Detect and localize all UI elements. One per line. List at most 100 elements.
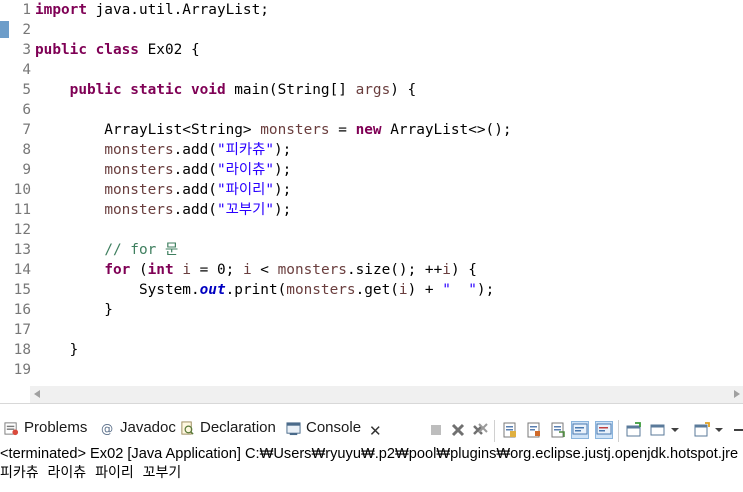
code-token: monsters (104, 202, 174, 218)
line-number: 5 (22, 82, 31, 98)
code-line[interactable]: 15 System.out.print(monsters.get(i) + " … (0, 280, 743, 300)
code-text[interactable]: monsters.add("파이리"); (35, 180, 291, 200)
word-wrap-icon[interactable] (526, 422, 542, 438)
scrollbar-thumb[interactable] (44, 391, 722, 398)
code-line[interactable]: 16 } (0, 300, 743, 320)
code-text[interactable]: public static void main(String[] args) { (35, 80, 417, 100)
terminate-icon[interactable] (428, 422, 444, 438)
code-token: .add( (173, 162, 217, 178)
code-line[interactable]: 5 public static void main(String[] args)… (0, 80, 743, 100)
code-token: int (147, 262, 174, 278)
code-token: "꼬부기" (216, 202, 274, 218)
code-line[interactable]: 4 (0, 60, 743, 80)
code-token: ) { (390, 82, 417, 98)
code-line[interactable]: 12 (0, 220, 743, 240)
line-number: 10 (13, 182, 31, 198)
code-token: main(String[] (225, 82, 356, 98)
show-on-output-icon[interactable] (550, 422, 566, 438)
toolbar-separator (618, 420, 619, 442)
code-token: ArrayList<>(); (381, 122, 512, 138)
console-icon (286, 422, 301, 436)
code-token: ); (274, 142, 292, 158)
code-token: } (35, 342, 79, 358)
scroll-lock-icon[interactable] (502, 422, 518, 438)
code-token: ); (274, 202, 292, 218)
code-token: i (398, 282, 408, 298)
code-text[interactable]: import java.util.ArrayList; (35, 0, 269, 20)
tab-console[interactable]: Console (286, 416, 364, 440)
code-token: .get( (355, 282, 399, 298)
code-token: < (251, 262, 278, 278)
code-text[interactable]: monsters.add("라이츄"); (35, 160, 291, 180)
code-line[interactable]: 1 import java.util.ArrayList; (0, 0, 743, 20)
chevron-down-icon[interactable] (714, 422, 724, 438)
line-number: 1 (22, 2, 31, 18)
code-line[interactable]: 3 public class Ex02 { (0, 40, 743, 60)
code-token: .print( (225, 282, 287, 298)
line-number: 13 (13, 242, 31, 258)
remove-launch-icon[interactable] (450, 422, 466, 438)
code-text[interactable]: } (35, 300, 113, 320)
pin-console-icon[interactable] (595, 421, 613, 439)
code-line[interactable]: 19 (0, 360, 743, 380)
code-text[interactable]: monsters.add("피카츄"); (35, 140, 291, 160)
minimize-icon[interactable] (733, 422, 743, 438)
code-text[interactable]: // for 문 (35, 240, 178, 260)
remove-all-icon[interactable] (472, 422, 488, 438)
code-text[interactable]: System.out.print(monsters.get(i) + " "); (35, 280, 494, 300)
code-line[interactable]: 9 monsters.add("라이츄"); (0, 160, 743, 180)
scroll-right-icon[interactable] (734, 390, 740, 398)
code-line[interactable]: 2 (0, 20, 743, 40)
code-text[interactable]: for (int i = 0; i < monsters.size(); ++i… (35, 260, 477, 280)
line-number: 7 (22, 122, 31, 138)
line-number: 4 (22, 62, 31, 78)
code-line[interactable]: 6 (0, 100, 743, 120)
line-number: 8 (22, 142, 31, 158)
view-tab-bar: Problems @ Javadoc Declaration Console ✕ (0, 412, 743, 442)
line-number: 12 (13, 222, 31, 238)
tab-declaration[interactable]: Declaration (180, 416, 282, 440)
code-text[interactable]: monsters.add("꼬부기"); (35, 200, 291, 220)
code-token: = (329, 122, 356, 138)
code-line[interactable]: 14 for (int i = 0; i < monsters.size(); … (0, 260, 743, 280)
new-console-icon[interactable] (694, 422, 710, 438)
code-token: ( (130, 262, 148, 278)
tab-declaration-label: Declaration (200, 419, 276, 436)
code-text[interactable]: public class Ex02 { (35, 40, 200, 60)
code-line[interactable]: 18 } (0, 340, 743, 360)
line-number: 15 (13, 282, 31, 298)
editor-horizontal-scrollbar[interactable] (30, 386, 743, 403)
code-line[interactable]: 17 (0, 320, 743, 340)
line-number: 18 (13, 342, 31, 358)
code-line[interactable]: 10 monsters.add("파이리"); (0, 180, 743, 200)
code-token: .add( (173, 202, 217, 218)
code-token: monsters (260, 122, 330, 138)
code-token: .size(); ++ (346, 262, 443, 278)
console-output[interactable]: 피카츄 라이츄 파이리 꼬부기 (0, 463, 743, 483)
code-text[interactable]: ArrayList<String> monsters = new ArrayLi… (35, 120, 512, 140)
code-token: Ex02 { (138, 42, 200, 58)
line-number: 2 (22, 22, 31, 38)
tab-problems[interactable]: Problems (4, 416, 94, 440)
close-console-tab-icon[interactable]: ✕ (369, 422, 382, 440)
code-token: public static void (69, 82, 226, 98)
code-token: out (199, 282, 226, 298)
show-on-error-icon[interactable] (571, 421, 589, 439)
code-line[interactable]: 8 monsters.add("피카츄"); (0, 140, 743, 160)
line-number: 6 (22, 102, 31, 118)
tab-javadoc[interactable]: @ Javadoc (100, 416, 176, 440)
chevron-down-icon[interactable] (670, 422, 680, 438)
code-token: ) + (407, 282, 443, 298)
code-line[interactable]: 11 monsters.add("꼬부기"); (0, 200, 743, 220)
code-editor[interactable]: 1 import java.util.ArrayList; 2 3 public cla… (0, 0, 743, 386)
code-text[interactable]: } (35, 340, 79, 360)
code-line[interactable]: 7 ArrayList<String> monsters = new Array… (0, 120, 743, 140)
display-console-icon[interactable] (626, 422, 642, 438)
open-console-icon[interactable] (650, 422, 666, 438)
scroll-left-icon[interactable] (34, 390, 40, 398)
code-area[interactable]: 1 import java.util.ArrayList; 2 3 public cla… (0, 0, 743, 380)
code-token: .add( (173, 182, 217, 198)
line-number: 9 (22, 162, 31, 178)
code-line[interactable]: 13 // for 문 (0, 240, 743, 260)
tab-javadoc-label: Javadoc (120, 419, 176, 436)
